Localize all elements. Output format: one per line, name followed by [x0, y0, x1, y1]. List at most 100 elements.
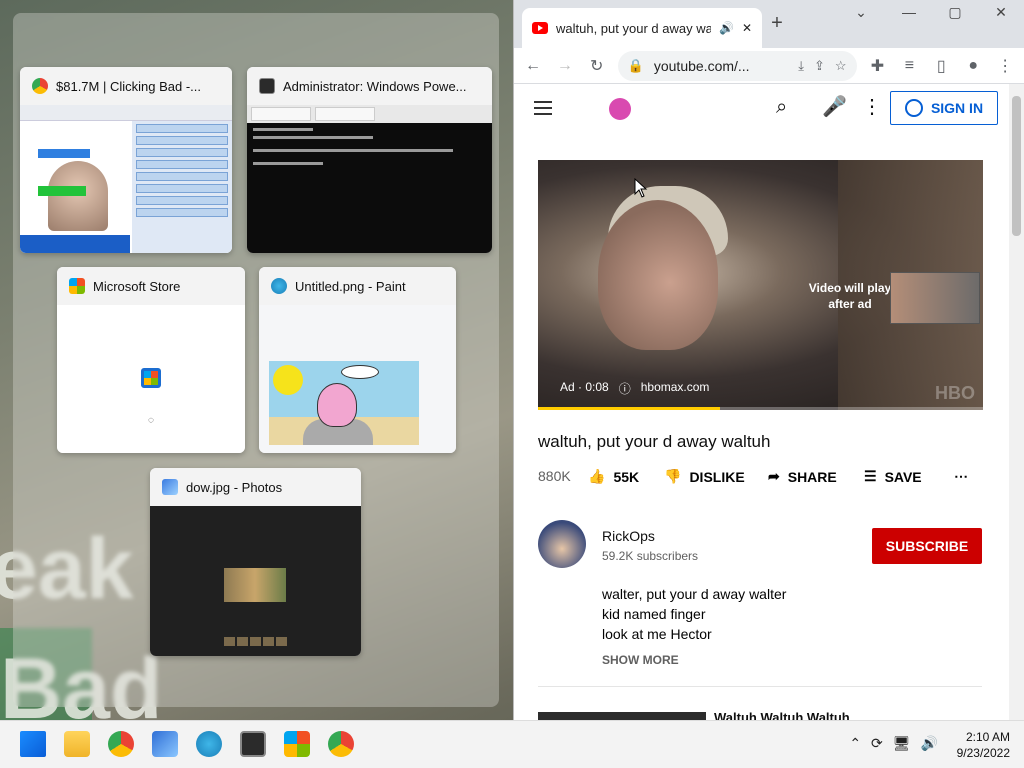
show-more-button[interactable]: SHOW MORE	[602, 653, 679, 667]
dislike-button[interactable]: 👎 DISLIKE	[664, 468, 745, 485]
snap-window-header: Untitled.png - Paint	[259, 267, 456, 305]
sync-icon[interactable]: ⟳	[871, 735, 883, 752]
more-actions-icon[interactable]: ⋯	[954, 468, 968, 485]
minimize-button[interactable]: —	[894, 4, 924, 20]
youtube-favicon-icon	[532, 22, 548, 34]
photos-taskbar-icon[interactable]	[152, 731, 178, 757]
maximize-button[interactable]: ▢	[940, 4, 970, 21]
show-hidden-icons-icon[interactable]: ⌃	[849, 735, 861, 752]
youtube-logo-icon[interactable]	[609, 98, 631, 120]
snap-assist-panel: $81.7M | Clicking Bad -... Administrator…	[13, 13, 499, 707]
ad-domain-link[interactable]: hbomax.com	[641, 380, 710, 397]
store-logo-icon	[141, 368, 161, 388]
chrome-menu-icon[interactable]: ⋮	[994, 56, 1016, 76]
clicking-bad-preview	[20, 105, 232, 253]
side-panel-icon[interactable]: ▯	[930, 56, 952, 76]
reload-icon[interactable]: ↻	[586, 56, 608, 76]
description-line: look at me Hector	[602, 626, 712, 642]
browser-toolbar: ← → ↻ 🔒 youtube.com/... ⤓ ⇪ ☆ ✚ ≡ ▯ ● ⋮	[514, 48, 1024, 84]
video-figure-face	[598, 200, 718, 350]
channel-name[interactable]: RickOps	[602, 528, 655, 544]
profile-icon[interactable]: ●	[962, 57, 984, 75]
sign-in-button[interactable]: SIGN IN	[890, 91, 998, 125]
paint-canvas	[269, 361, 419, 445]
url-text: youtube.com/...	[653, 57, 750, 74]
photos-preview	[150, 506, 361, 656]
powershell-icon	[259, 78, 275, 94]
chrome-taskbar-icon[interactable]	[108, 731, 134, 757]
user-icon	[904, 99, 923, 117]
ad-skip-text: Video will play after ad	[808, 281, 892, 311]
tab-strip: waltuh, put your d away wa 🔊 ✕ + ⌄ — ▢ ✕	[514, 0, 1024, 48]
search-icon[interactable]: ⌕	[776, 96, 787, 119]
share-label: SHARE	[787, 468, 837, 485]
start-button-icon[interactable]	[20, 731, 46, 757]
clock[interactable]: 2:10 AM 9/23/2022	[957, 729, 1010, 761]
network-icon[interactable]: 🖥	[893, 735, 911, 752]
sign-in-label: SIGN IN	[930, 100, 984, 116]
video-title: waltuh, put your d away waltuh	[538, 432, 771, 451]
store-icon	[69, 278, 85, 294]
snap-window-store[interactable]: Microsoft Store ◌	[57, 267, 245, 453]
snap-window-powershell[interactable]: Administrator: Windows Powe...	[247, 67, 492, 253]
close-button[interactable]: ✕	[986, 4, 1016, 21]
tab-close-icon[interactable]: ✕	[742, 21, 752, 35]
video-description: walter, put your d away walter kid named…	[602, 584, 786, 644]
lock-icon[interactable]: 🔒	[628, 58, 644, 74]
save-label: SAVE	[884, 468, 922, 485]
back-icon[interactable]: ←	[522, 57, 544, 75]
save-button[interactable]: ☰ SAVE	[864, 468, 922, 485]
taskbar: ⌃ ⟳ 🖥 🔊 2:10 AM 9/23/2022	[0, 720, 1024, 768]
dislike-label: DISLIKE	[689, 468, 745, 485]
photos-icon	[162, 479, 178, 495]
snap-window-title: Untitled.png - Paint	[295, 278, 406, 294]
chrome-second-taskbar-icon[interactable]	[328, 731, 354, 757]
page-scrollbar[interactable]	[1009, 84, 1024, 720]
subscriber-count: 59.2K subscribers	[602, 549, 699, 563]
playlist-add-icon: ☰	[864, 468, 877, 484]
like-count: 55K	[613, 468, 640, 485]
video-player[interactable]: Video will play after ad Ad · 0:08 ⓘ hbo…	[538, 160, 983, 410]
channel-avatar[interactable]	[538, 520, 586, 568]
forward-icon[interactable]: →	[554, 57, 576, 75]
ad-info-icon[interactable]: ⓘ	[619, 380, 631, 397]
snap-window-header: $81.7M | Clicking Bad -...	[20, 67, 232, 105]
extensions-icon[interactable]: ✚	[867, 56, 889, 76]
paint-taskbar-icon[interactable]	[196, 731, 222, 757]
description-line: walter, put your d away walter	[602, 586, 787, 602]
clock-date: 9/23/2022	[956, 746, 1010, 760]
store-taskbar-icon[interactable]	[284, 731, 310, 757]
new-tab-button[interactable]: +	[762, 12, 792, 35]
divider	[538, 686, 982, 687]
microphone-icon[interactable]: 🎤	[822, 94, 847, 119]
terminal-taskbar-icon[interactable]	[240, 731, 266, 757]
snap-window-title: Administrator: Windows Powe...	[283, 78, 467, 94]
next-video-title[interactable]: Waltuh Waltuh Waltuh	[714, 710, 850, 720]
speaker-icon[interactable]: 🔊	[719, 21, 734, 35]
next-video-thumbnail[interactable]	[538, 712, 706, 720]
more-options-icon[interactable]: ⋮	[862, 94, 882, 119]
volume-icon[interactable]: 🔊	[921, 735, 938, 752]
media-controls-icon[interactable]: ≡	[898, 57, 920, 75]
snap-window-clicking-bad[interactable]: $81.7M | Clicking Bad -...	[20, 67, 232, 253]
bookmark-star-icon[interactable]: ☆	[835, 58, 847, 74]
share-icon[interactable]: ⇪	[814, 58, 825, 74]
snap-window-title: dow.jpg - Photos	[186, 479, 283, 495]
address-bar[interactable]: 🔒 youtube.com/... ⤓ ⇪ ☆	[617, 50, 857, 81]
snap-window-title: $81.7M | Clicking Bad -...	[56, 78, 201, 94]
scrollbar-thumb[interactable]	[1012, 96, 1021, 236]
snap-window-photos[interactable]: dow.jpg - Photos	[150, 468, 361, 656]
system-tray: ⌃ ⟳ 🖥 🔊	[849, 735, 938, 752]
tab-search-icon[interactable]: ⌄	[846, 4, 876, 21]
like-button[interactable]: 👍 55K	[588, 468, 639, 485]
subscribe-button[interactable]: SUBSCRIBE	[872, 528, 982, 564]
thumbs-up-icon: 👍	[588, 468, 606, 484]
snap-window-header: Microsoft Store	[57, 267, 245, 305]
browser-tab[interactable]: waltuh, put your d away wa 🔊 ✕	[522, 8, 762, 48]
clock-time: 2:10 AM	[965, 730, 1010, 744]
snap-window-paint[interactable]: Untitled.png - Paint	[259, 267, 456, 453]
install-icon[interactable]: ⤓	[798, 58, 804, 74]
hamburger-menu-icon[interactable]	[534, 84, 552, 132]
share-button[interactable]: ➦ SHARE	[768, 468, 837, 485]
file-explorer-icon[interactable]	[64, 731, 90, 757]
